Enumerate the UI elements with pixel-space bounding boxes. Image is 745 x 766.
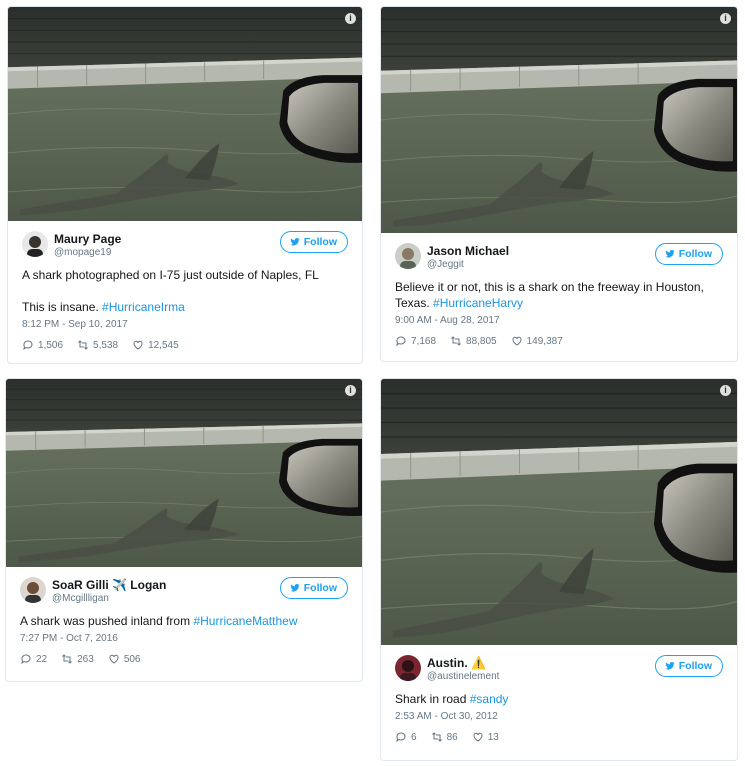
like-count: 13	[487, 731, 499, 743]
tweet-stats: 6 86 13	[395, 731, 723, 743]
tweet-card: i Maury Page @mopage19 Follow A shark ph…	[7, 6, 363, 364]
reply-count: 1,506	[38, 339, 64, 351]
bird-icon	[290, 238, 300, 246]
hashtag-link[interactable]: #HurricaneMatthew	[193, 614, 297, 628]
flooded-freeway-shark-image	[6, 379, 362, 567]
flooded-freeway-shark-image	[381, 379, 737, 645]
heart-icon	[473, 732, 483, 742]
tweet-timestamp[interactable]: 9:00 AM - Aug 28, 2017	[395, 315, 723, 326]
retweet-action[interactable]: 5,538	[77, 339, 118, 351]
heart-icon	[133, 340, 143, 350]
follow-button[interactable]: Follow	[279, 231, 348, 253]
tweet-card: i Austin. ⚠️ @austinelement Follow Shark…	[380, 378, 738, 761]
tweet-photo[interactable]: i	[381, 7, 737, 233]
avatar[interactable]	[395, 243, 421, 269]
like-count: 506	[123, 653, 141, 665]
like-action[interactable]: 13	[472, 731, 499, 743]
avatar[interactable]	[22, 231, 48, 257]
reply-icon	[21, 654, 31, 665]
info-icon[interactable]: i	[720, 13, 731, 24]
info-icon[interactable]: i	[345, 13, 356, 24]
retweet-icon	[451, 336, 461, 346]
reply-action[interactable]: 1,506	[22, 339, 63, 351]
avatar[interactable]	[20, 577, 46, 603]
reply-count: 6	[411, 731, 417, 743]
tweet-text: Believe it or not, this is a shark on th…	[395, 279, 723, 311]
tweet-photo[interactable]: i	[8, 7, 362, 221]
follow-button[interactable]: Follow	[279, 577, 348, 599]
tweet-card: i Jason Michael @Jeggit Follow Believe i…	[380, 6, 738, 362]
tweet-text-line: A shark was pushed inland from	[20, 614, 194, 628]
like-count: 12,545	[148, 339, 179, 351]
retweet-action[interactable]: 88,805	[450, 335, 497, 347]
user-handle[interactable]: @mopage19	[54, 247, 111, 258]
tweet-stats: 22 263 506	[20, 653, 348, 665]
avatar[interactable]	[395, 655, 421, 681]
user-name[interactable]: SoaR Gilli ✈️ Logan	[52, 578, 166, 592]
like-count: 149,387	[526, 335, 563, 347]
follow-label: Follow	[678, 660, 712, 672]
bird-icon	[290, 584, 300, 592]
retweet-icon	[431, 732, 442, 742]
tweet-text-line: This is insane.	[22, 300, 103, 314]
user-name[interactable]: Maury Page	[54, 232, 121, 246]
retweet-action[interactable]: 86	[431, 731, 458, 743]
retweet-icon	[78, 340, 88, 350]
retweet-count: 263	[77, 653, 94, 665]
follow-button[interactable]: Follow	[654, 655, 723, 677]
tweet-text-line: A shark photographed on I-75 just outsid…	[22, 268, 319, 282]
flooded-freeway-shark-image	[381, 7, 737, 233]
flooded-freeway-shark-image	[8, 7, 362, 221]
user-handle[interactable]: @Jeggit	[427, 259, 464, 270]
reply-action[interactable]: 6	[395, 731, 417, 743]
retweet-action[interactable]: 263	[61, 653, 94, 665]
retweet-count: 5,538	[93, 339, 119, 351]
hashtag-link[interactable]: #HurricaneHarvy	[433, 296, 523, 310]
reply-icon	[396, 732, 406, 743]
tweet-text-line: Shark in road	[395, 692, 470, 706]
like-action[interactable]: 149,387	[511, 335, 563, 347]
tweet-text: Shark in road #sandy	[395, 691, 723, 707]
tweet-photo[interactable]: i	[381, 379, 737, 645]
info-icon[interactable]: i	[345, 385, 356, 396]
user-handle[interactable]: @austinelement	[427, 671, 499, 682]
bird-icon	[665, 250, 675, 258]
tweet-stats: 7,168 88,805 149,387	[395, 335, 723, 347]
tweet-stats: 1,506 5,538 12,545	[22, 339, 348, 351]
tweet-timestamp[interactable]: 7:27 PM - Oct 7, 2016	[20, 633, 348, 644]
retweet-count: 86	[446, 731, 458, 743]
tweet-card: i SoaR Gilli ✈️ Logan @Mcgillligan Follo…	[5, 378, 363, 682]
reply-icon	[23, 340, 33, 351]
follow-label: Follow	[303, 236, 337, 248]
user-name[interactable]: Austin. ⚠️	[427, 656, 486, 670]
tweet-text: A shark photographed on I-75 just outsid…	[22, 267, 348, 315]
user-name[interactable]: Jason Michael	[427, 244, 509, 258]
tweet-text-line: Believe it or not, this is a shark on th…	[395, 280, 704, 294]
info-icon[interactable]: i	[720, 385, 731, 396]
retweet-icon	[62, 654, 72, 664]
follow-button[interactable]: Follow	[654, 243, 723, 265]
reply-action[interactable]: 22	[20, 653, 47, 665]
tweet-photo[interactable]: i	[6, 379, 362, 567]
reply-count: 22	[36, 653, 48, 665]
like-action[interactable]: 506	[108, 653, 141, 665]
tweet-text-line: Texas.	[395, 296, 434, 310]
heart-icon	[109, 654, 119, 664]
heart-icon	[512, 336, 522, 346]
reply-action[interactable]: 7,168	[395, 335, 436, 347]
tweet-timestamp[interactable]: 8:12 PM - Sep 10, 2017	[22, 319, 348, 330]
reply-count: 7,168	[411, 335, 437, 347]
hashtag-link[interactable]: #HurricaneIrma	[102, 300, 185, 314]
bird-icon	[665, 662, 675, 670]
hashtag-link[interactable]: #sandy	[470, 692, 509, 706]
tweet-timestamp[interactable]: 2:53 AM - Oct 30, 2012	[395, 711, 723, 722]
retweet-count: 88,805	[466, 335, 497, 347]
follow-label: Follow	[678, 248, 712, 260]
follow-label: Follow	[303, 582, 337, 594]
tweet-text: A shark was pushed inland from #Hurrican…	[20, 613, 348, 629]
like-action[interactable]: 12,545	[132, 339, 179, 351]
reply-icon	[396, 336, 406, 347]
user-handle[interactable]: @Mcgillligan	[52, 593, 109, 604]
